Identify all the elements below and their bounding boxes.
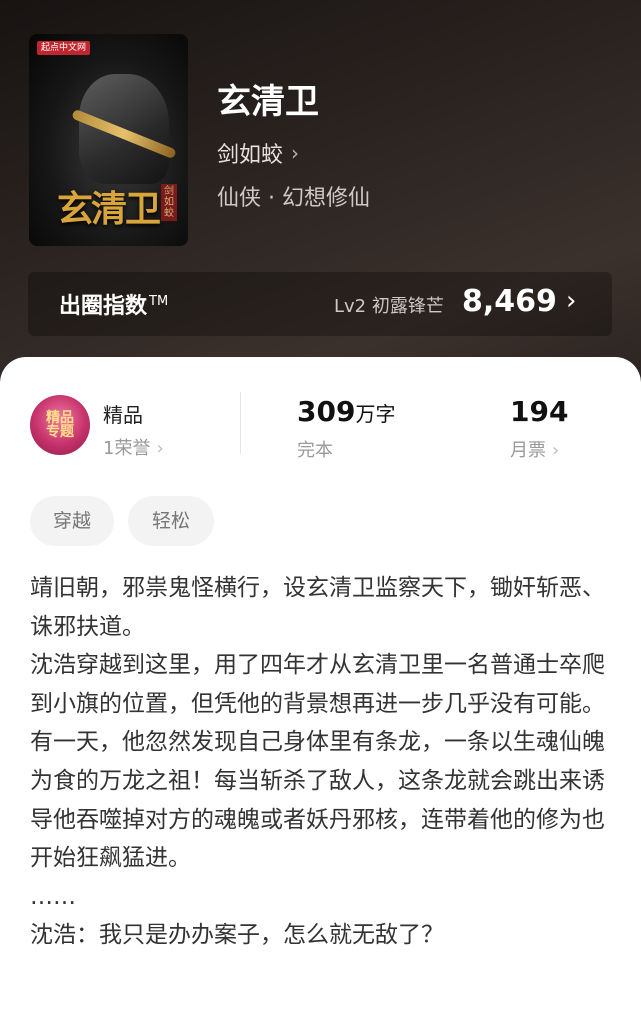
synopsis-paragraph: 靖旧朝，邪祟鬼怪横行，设玄清卫监察天下，锄奸斩恶、诛邪扶道。 xyxy=(30,575,605,640)
cover-title-art: 玄清卫 xyxy=(57,188,161,230)
honor-link[interactable]: 1荣誉 › xyxy=(103,434,164,460)
synopsis-paragraph: 有一天，他忽然发现自己身体里有条龙，一条以生魂仙魄为食的万龙之祖！每当斩杀了敌人… xyxy=(30,729,605,872)
quality-title: 精品 xyxy=(103,403,143,427)
chevron-right-icon: › xyxy=(566,286,577,316)
popularity-level: Lv2 初露锋芒 xyxy=(334,296,444,317)
popularity-index-bar[interactable]: 出圈指数 TM Lv2 初露锋芒 8,469 › xyxy=(28,272,612,336)
stats-divider xyxy=(240,392,241,454)
popularity-index-label: 出圈指数 TM xyxy=(59,293,169,319)
popularity-value: 8,469 xyxy=(462,284,557,319)
tag-chip[interactable]: 穿越 xyxy=(30,496,114,546)
cover-publisher-logo: 起点中文网 xyxy=(37,41,91,55)
book-category[interactable]: 仙侠 · 幻想修仙 xyxy=(217,180,370,212)
chevron-right-icon: › xyxy=(156,438,164,459)
synopsis-paragraph: 沈浩：我只是办办案子，怎么就无敌了？ xyxy=(30,922,444,949)
word-count: 309万字 xyxy=(297,395,396,428)
synopsis-paragraph: …… xyxy=(30,883,76,910)
author-name: 剑如蛟 xyxy=(217,143,284,168)
cover-author-art: 剑如蛟 xyxy=(161,184,177,221)
book-detail-card: 精品 专题 精品 1荣誉 › 309万字 完本 194 月票 › 穿越 轻松 靖旧朝… xyxy=(0,357,641,1010)
book-cover[interactable]: 起点中文网 玄清卫 剑如蛟 xyxy=(29,34,188,246)
chevron-right-icon: › xyxy=(291,141,300,165)
monthly-votes-count: 194 xyxy=(510,395,569,428)
monthly-votes-link[interactable]: 月票 › xyxy=(510,436,559,462)
book-title: 玄清卫 xyxy=(217,82,319,122)
tag-chip[interactable]: 轻松 xyxy=(128,496,214,546)
quality-badge-icon[interactable]: 精品 专题 xyxy=(30,395,90,455)
book-header: 起点中文网 玄清卫 剑如蛟 玄清卫 剑如蛟 › 仙侠 · 幻想修仙 出圈指数 TM… xyxy=(0,0,641,400)
book-synopsis: 靖旧朝，邪祟鬼怪横行，设玄清卫监察天下，锄奸斩恶、诛邪扶道。 沈浩穿越到这里，用… xyxy=(30,569,614,955)
synopsis-paragraph: 沈浩穿越到这里，用了四年才从玄清卫里一名普通士卒爬到小旗的位置，但凭他的背景想再… xyxy=(30,652,605,717)
trademark-mark: TM xyxy=(149,293,169,309)
author-link[interactable]: 剑如蛟 › xyxy=(217,137,299,169)
chevron-right-icon: › xyxy=(552,440,560,461)
completion-status: 完本 xyxy=(297,440,333,461)
